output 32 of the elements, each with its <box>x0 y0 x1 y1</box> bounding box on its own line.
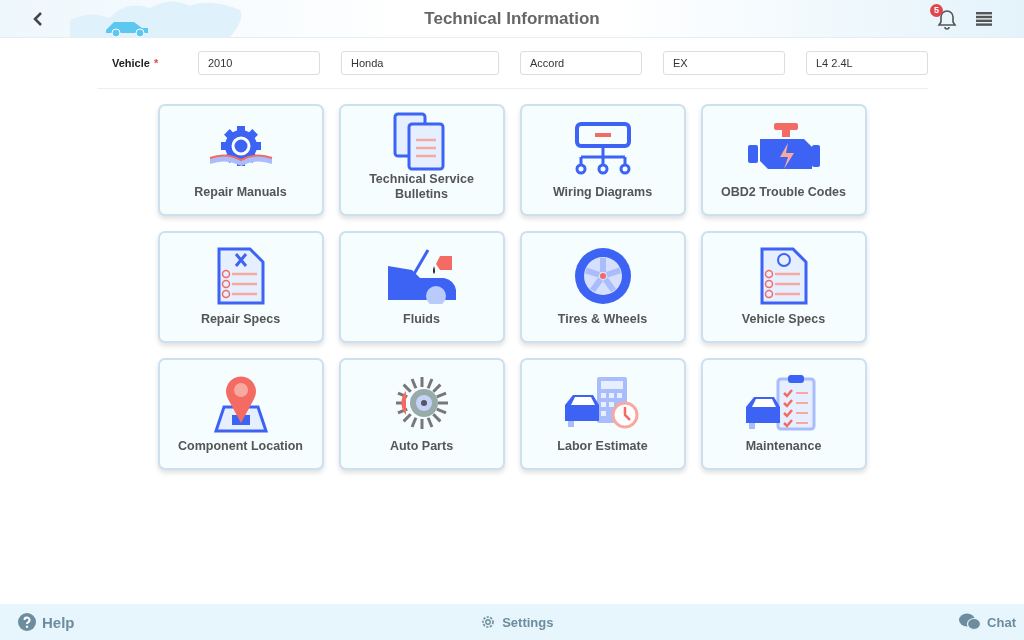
settings-icon <box>480 614 497 630</box>
category-tile[interactable]: Wiring Diagrams <box>519 104 686 216</box>
category-tile[interactable]: Maintenance <box>700 358 867 470</box>
vehicle-field[interactable]: L4 2.4L <box>806 51 928 75</box>
category-tile[interactable]: Labor Estimate <box>519 358 686 470</box>
category-tile[interactable]: Fluids <box>338 231 505 343</box>
category-tile[interactable]: Technical Service Bulletins <box>338 104 505 216</box>
checklist-document-icon <box>758 245 809 306</box>
back-icon[interactable] <box>32 11 44 26</box>
page-title: Technical Information <box>424 8 600 29</box>
help-icon <box>18 613 36 631</box>
vehicle-field[interactable]: Accord <box>520 51 642 75</box>
vehicle-field[interactable]: EX <box>663 51 785 75</box>
category-tile[interactable]: Repair Specs <box>157 231 324 343</box>
required-mark: * <box>153 57 159 69</box>
bell-icon[interactable] <box>936 7 958 30</box>
vehicle-label: Vehicle <box>112 57 150 69</box>
category-tile[interactable]: Component Location <box>157 358 324 470</box>
checklist-document-icon <box>215 245 266 306</box>
category-tile[interactable]: Vehicle Specs <box>700 231 867 343</box>
category-tile[interactable]: Auto Parts <box>338 358 505 470</box>
category-tile[interactable]: Tires & Wheels <box>519 231 686 343</box>
category-tile[interactable]: OBD2 Trouble Codes <box>700 104 867 216</box>
vehicle-field[interactable]: 2010 <box>198 51 320 75</box>
vehicle-field[interactable]: Honda <box>341 51 499 75</box>
wheel-icon <box>572 245 633 306</box>
diagram-icon <box>572 121 633 176</box>
notification-badge: 5 <box>930 3 943 17</box>
car-oil-icon <box>385 247 458 304</box>
category-tile[interactable]: Repair Manuals <box>157 104 324 216</box>
chat-icon <box>959 613 982 631</box>
menu-icon[interactable] <box>976 11 992 26</box>
